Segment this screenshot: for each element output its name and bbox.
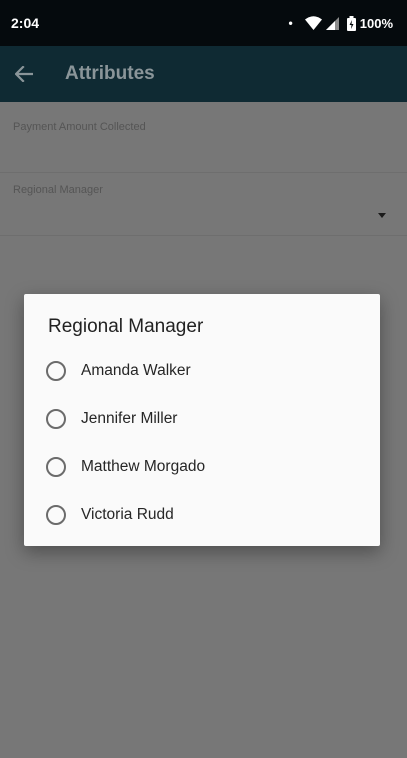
selection-dialog: Regional Manager Amanda Walker Jennifer …	[24, 294, 380, 546]
radio-button[interactable]	[46, 409, 66, 429]
regional-manager-field[interactable]: Regional Manager	[0, 173, 407, 236]
status-bar: 2:04 • 100%	[0, 0, 407, 46]
battery-icon	[346, 15, 356, 31]
option-victoria-rudd[interactable]: Victoria Rudd	[24, 491, 380, 539]
page-title: Attributes	[65, 63, 155, 84]
wifi-icon	[304, 16, 322, 30]
option-label: Victoria Rudd	[81, 506, 174, 523]
arrow-back-icon	[15, 66, 33, 82]
dropdown-arrow-icon	[378, 213, 386, 218]
status-icons: • 100%	[288, 15, 393, 31]
dialog-title: Regional Manager	[48, 316, 204, 337]
option-label: Jennifer Miller	[81, 410, 178, 427]
payment-amount-label: Payment Amount Collected	[13, 121, 146, 133]
option-amanda-walker[interactable]: Amanda Walker	[24, 347, 380, 395]
back-button[interactable]	[0, 46, 52, 102]
radio-button[interactable]	[46, 361, 66, 381]
option-label: Matthew Morgado	[81, 458, 206, 475]
signal-icon	[325, 16, 339, 30]
payment-amount-field[interactable]: Payment Amount Collected	[0, 102, 407, 173]
radio-button[interactable]	[46, 457, 66, 477]
status-time: 2:04	[11, 15, 40, 31]
battery-percent: 100%	[359, 15, 393, 31]
option-jennifer-miller[interactable]: Jennifer Miller	[24, 395, 380, 443]
option-matthew-morgado[interactable]: Matthew Morgado	[24, 443, 380, 491]
radio-button[interactable]	[46, 505, 66, 525]
regional-manager-label: Regional Manager	[13, 184, 103, 196]
option-label: Amanda Walker	[81, 362, 191, 379]
app-bar: Attributes	[0, 46, 407, 102]
notification-dot-icon: •	[288, 16, 293, 30]
